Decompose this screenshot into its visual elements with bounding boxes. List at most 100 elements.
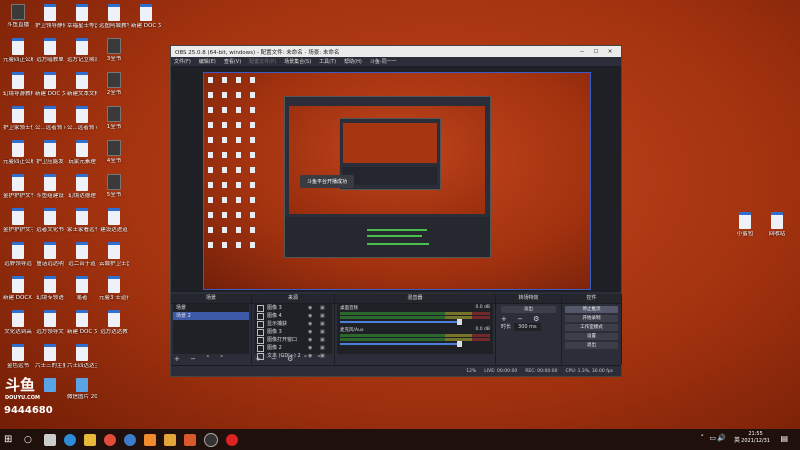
desktop-icon[interactable]: 新建 DOC 文档(2)	[131, 4, 161, 29]
desktop-icon[interactable]: 金护护护文字	[3, 208, 33, 233]
menu-item[interactable]: 场景集合(S)	[284, 58, 311, 65]
douyu-app-icon[interactable]	[144, 433, 156, 446]
desktop-icon[interactable]: 六士四达达主要	[67, 344, 97, 369]
obs-window[interactable]: OBS 25.0.8 (64-bit, windows) - 配置文件: 未命名…	[170, 45, 622, 377]
desktop-icon[interactable]: 金色远书	[3, 344, 33, 369]
source-item[interactable]: 图像 4 ◉ ▣	[254, 312, 332, 320]
desktop-icon[interactable]: 幻境专领语	[35, 276, 65, 301]
scene-item[interactable]: 场景	[173, 304, 249, 312]
scenes-toolbar[interactable]: + − ˄ ˅	[171, 354, 251, 364]
notification-icon[interactable]: ▤	[780, 434, 788, 443]
menu-item[interactable]: 工具(T)	[319, 58, 336, 65]
source-item[interactable]: 图像 3 ◉ ▣	[254, 304, 332, 312]
visibility-icon[interactable]: ◉	[308, 344, 320, 352]
control-button[interactable]: 工作室模式	[565, 324, 618, 331]
menu-item[interactable]: 文件(F)	[174, 58, 191, 65]
desktop-icon[interactable]: 金护护护文书	[3, 174, 33, 199]
task-view-icon[interactable]	[44, 433, 56, 446]
visibility-icon[interactable]: ◉	[308, 328, 320, 336]
visibility-icon[interactable]: ◉	[308, 320, 320, 328]
menu-item[interactable]: 配置文件(P)	[249, 58, 276, 65]
control-button[interactable]: 开始录制	[565, 315, 618, 322]
desktop-icon[interactable]: 1全书	[99, 106, 129, 130]
desktop-icon[interactable]: 元曼3 士道行中...	[99, 276, 129, 301]
desktop-icon[interactable]: 公...远者领 (1)	[67, 106, 97, 131]
desktop-icon[interactable]: 2全书	[99, 72, 129, 96]
control-button[interactable]: 设置	[565, 333, 618, 340]
browser-icon[interactable]	[124, 433, 136, 446]
desktop-icon[interactable]: 3全书	[99, 38, 129, 62]
duration-input[interactable]: 300 ms	[514, 323, 541, 331]
desktop-icon[interactable]: 幸福星士等国之刃卷士黄	[67, 4, 97, 29]
sources-toolbar[interactable]: + − ⚙ ˄ ˅	[252, 354, 334, 364]
ime-indicator[interactable]: 英	[734, 435, 740, 444]
lock-icon[interactable]: ▣	[320, 320, 332, 328]
visibility-icon[interactable]: ◉	[308, 336, 320, 344]
desktop-icon[interactable]: 远方达达教	[99, 310, 129, 335]
lock-icon[interactable]: ▣	[320, 344, 332, 352]
obs-icon[interactable]	[204, 432, 218, 447]
volume-slider[interactable]	[340, 341, 462, 347]
maximize-icon[interactable]: ☐	[589, 49, 603, 55]
desktop-icon[interactable]: 幻境达德理	[67, 174, 97, 199]
menu-item[interactable]: 查看(V)	[224, 58, 241, 65]
scenes-list[interactable]: 场景 场景 2	[173, 304, 249, 354]
control-button[interactable]: 停止推流	[565, 306, 618, 313]
source-item[interactable]: 图像 3 ◉ ▣	[254, 328, 332, 336]
doc-app-icon[interactable]	[184, 433, 196, 446]
windows-start-icon[interactable]: ⊞	[4, 434, 16, 446]
clock[interactable]: 21:55 2021/12/31	[741, 431, 770, 445]
desktop-icon[interactable]: 远方记立期范	[67, 38, 97, 63]
transition-toolbar[interactable]: + − ⚙	[498, 315, 559, 323]
source-item[interactable]: 显示捕获 ◉ ▣	[254, 320, 332, 328]
record-app-icon[interactable]	[226, 433, 238, 446]
desktop-icon[interactable]: 护卫应能发	[35, 140, 65, 165]
desktop-icon[interactable]: 云城护卫士国外的文化	[99, 242, 129, 267]
tray-chevron-icon[interactable]: ˄	[701, 434, 705, 442]
desktop-icon[interactable]: 幻境导游教样普射斯	[3, 72, 33, 97]
transition-select[interactable]: 淡出	[501, 306, 556, 313]
lock-icon[interactable]: ▣	[320, 328, 332, 336]
volume-slider[interactable]	[340, 319, 462, 325]
source-item[interactable]: 图像打开窗口 ◉ ▣	[254, 336, 332, 344]
volume-icon[interactable]: 🔊	[717, 434, 726, 442]
desktop-icon[interactable]: 家士家看远书文	[67, 208, 97, 233]
folder-icon[interactable]	[164, 433, 176, 446]
menu-item[interactable]: 帮助(H)	[344, 58, 362, 65]
chrome-icon[interactable]	[104, 433, 116, 446]
explorer-icon[interactable]	[84, 433, 96, 446]
lock-icon[interactable]: ▣	[320, 312, 332, 320]
menu-item[interactable]: 斗鱼-同一一	[370, 58, 397, 65]
visibility-icon[interactable]: ◉	[308, 304, 320, 312]
desktop-icon[interactable]: 玩家元素理	[67, 140, 97, 165]
desktop-icon[interactable]: 斗鱼直播	[3, 4, 33, 28]
preview-canvas[interactable]: 斗鱼平台开播成功	[203, 72, 591, 290]
minimize-icon[interactable]: ─	[575, 49, 589, 55]
desktop-icon[interactable]: 远方暗教单	[35, 38, 65, 63]
desktop-icon[interactable]: 回收站	[762, 212, 792, 237]
desktop-icon[interactable]: 新建 DOC 文档	[67, 310, 97, 335]
desktop-icon[interactable]: 新建 DOCX 文档	[3, 276, 33, 301]
search-icon[interactable]: ○	[24, 434, 36, 446]
network-icon[interactable]: ▭	[709, 434, 716, 442]
desktop-icon[interactable]: 微信图片 2021...	[67, 378, 97, 400]
menu-item[interactable]: 编辑(E)	[199, 58, 216, 65]
preview-area[interactable]: 斗鱼平台开播成功	[171, 67, 621, 292]
desktop-icon[interactable]: 5全书	[99, 174, 129, 198]
desktop-icon[interactable]: 远野领导远	[3, 242, 33, 267]
desktop-icon[interactable]: 元曼四正公刷 2	[3, 140, 33, 165]
desktop-icon[interactable]	[35, 378, 65, 394]
desktop-icon[interactable]: 公...远者领 (1)	[35, 106, 65, 131]
desktop-icon[interactable]: 护卫家领士位领士大姓启复现	[3, 106, 33, 131]
desktop-icon[interactable]: 六士三的主要	[35, 344, 65, 369]
desktop-icon[interactable]: 远方领导文	[35, 310, 65, 335]
sources-list[interactable]: 图像 3 ◉ ▣ 图像 4 ◉ ▣ 显示捕获 ◉ ▣ 图像 3 ◉ ▣ 图像打开窗口 ◉ ▣ 图像 2 ◉ ▣ 文本…	[254, 304, 332, 360]
desktop-icon[interactable]: 童话远达明	[35, 242, 65, 267]
desktop-icon[interactable]: 建设达进道	[99, 208, 129, 233]
visibility-icon[interactable]: ◉	[308, 312, 320, 320]
close-icon[interactable]: ✕	[603, 49, 617, 55]
desktop-icon[interactable]: 文化达到高	[3, 310, 33, 335]
control-button[interactable]: 退出	[565, 342, 618, 349]
lock-icon[interactable]: ▣	[320, 304, 332, 312]
scene-item[interactable]: 场景 2	[173, 312, 249, 320]
